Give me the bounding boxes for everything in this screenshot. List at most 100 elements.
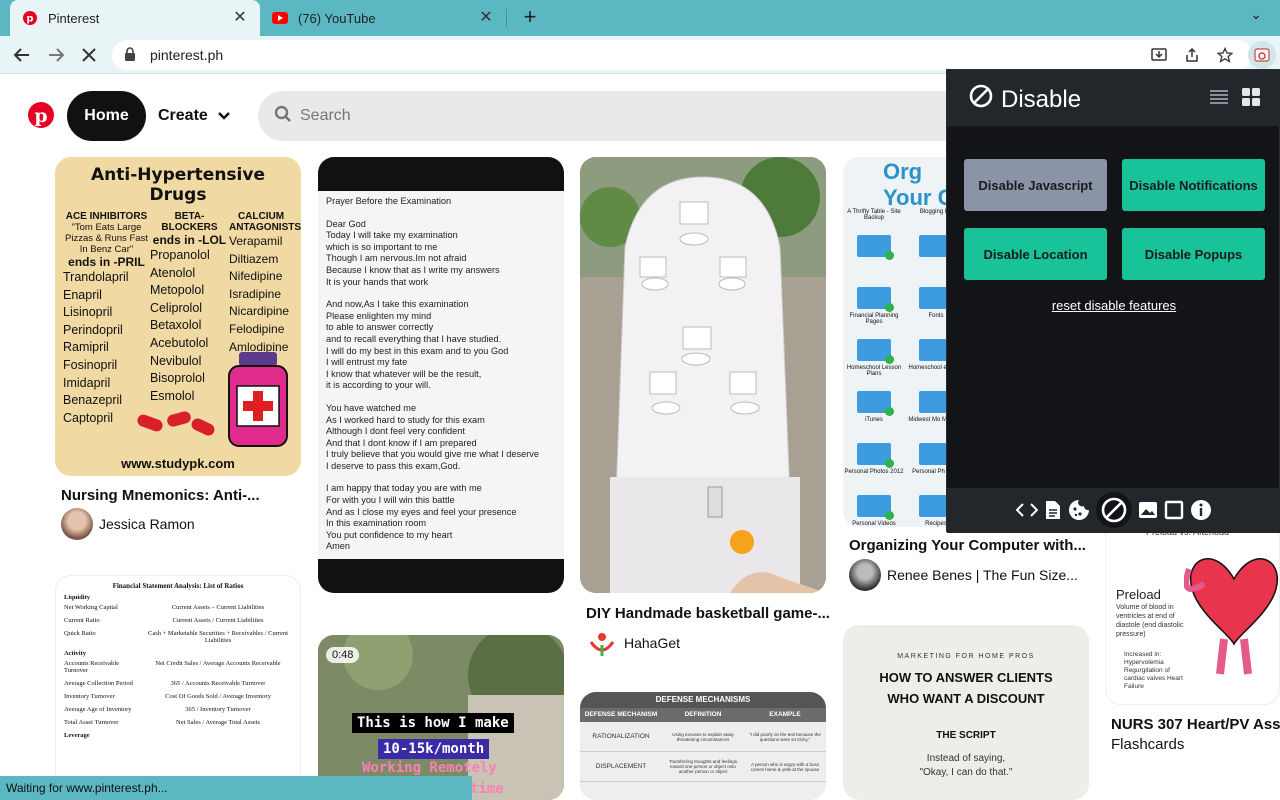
search-placeholder: Search	[300, 107, 351, 124]
tab-title: Pinterest	[48, 10, 100, 26]
ratio-formula: 365 / Accounts Receivable Turnover	[170, 680, 266, 687]
tab-search-chevron-icon[interactable]: ⌄	[1250, 6, 1262, 23]
pin-antihypertensive-drugs[interactable]: Anti-Hypertensive Drugs ACE INHIBITORS "…	[55, 157, 301, 476]
defense-cell: A person who is angry with a boss comes …	[750, 761, 820, 772]
popup-title-text: Disable	[1001, 85, 1082, 113]
col-head: BETA-BLOCKERS	[161, 211, 218, 233]
ratio-name: Total Asset Turnover	[64, 719, 119, 726]
pin-author[interactable]: Renee Benes | The Fun Size...	[849, 559, 1078, 591]
pin-title[interactable]: Organizing Your Computer with...	[849, 537, 1086, 554]
info-icon[interactable]	[1190, 499, 1212, 521]
drug-name: Acebutolol	[149, 335, 209, 350]
increased-text: Increased in: Hypervolemia Regurgitation…	[1124, 651, 1183, 690]
body-line2: "Okay, I can do that."	[919, 767, 1013, 778]
pin-defense-mechanisms[interactable]: DEFENSE MECHANISMS DEFENSE MECHANISM DEFI…	[580, 692, 826, 800]
medicine-bottle-icon	[225, 352, 291, 448]
cookie-icon[interactable]	[1068, 499, 1090, 521]
mnemonic: "Tom Eats Large Pizzas & Runs Fast In Be…	[65, 222, 148, 255]
share-icon[interactable]	[1180, 43, 1204, 67]
svg-text:p: p	[26, 14, 33, 25]
search-input[interactable]: Search	[258, 91, 978, 141]
disable-extension-popup: Disable Disable Javascript Disable Notif…	[946, 69, 1280, 533]
headline-line2: WHO WANT A DISCOUNT	[887, 691, 1045, 706]
forward-arrow-icon[interactable]	[44, 43, 68, 67]
disable-active-icon[interactable]	[1096, 492, 1132, 528]
folder-icon	[857, 495, 894, 520]
install-app-icon[interactable]	[1147, 43, 1171, 67]
video-duration: 0:48	[326, 647, 360, 663]
pin-title-line2[interactable]: Flashcards	[1111, 736, 1184, 753]
new-tab-icon[interactable]: +	[518, 6, 542, 30]
disable-javascript-button[interactable]: Disable Javascript	[964, 159, 1107, 211]
image-icon[interactable]	[1138, 501, 1158, 519]
ratio-row: Net Working Capital Current Assets – Curr…	[64, 604, 292, 611]
defense-row: DISPLACEMENT Transferring thoughts and fe…	[580, 752, 826, 782]
check-icon	[885, 459, 894, 468]
pinterest-logo-icon[interactable]: p	[28, 102, 54, 128]
create-menu-button[interactable]: Create	[158, 91, 230, 141]
footer-icon-bar	[1013, 492, 1215, 528]
prayer-text: Prayer Before the Examination Dear God To…	[318, 191, 564, 559]
drug-name: Perindopril	[63, 322, 123, 337]
headline-line1: HOW TO ANSWER CLIENTS	[879, 670, 1053, 685]
disable-extension-icon[interactable]	[1248, 41, 1276, 69]
drug-name: Fosinopril	[63, 357, 118, 372]
tab-strip: p Pinterest ✕ (76) YouTube ✕ + ⌄	[0, 0, 1280, 36]
ratio-formula: 365 / Inventory Turnover	[185, 706, 251, 713]
ratio-section-head: Liquidity	[64, 594, 91, 601]
pin-title[interactable]: Nursing Mnemonics: Anti-...	[61, 487, 260, 504]
ratio-row: Inventory Turnover Cost Of Goods Sold / A…	[64, 693, 292, 700]
ratio-formula: Cost Of Goods Sold / Average Inventory	[165, 693, 271, 700]
pin-author[interactable]: HahaGet	[586, 627, 680, 659]
disable-notifications-button[interactable]: Disable Notifications	[1122, 159, 1265, 211]
ratio-section-head: Activity	[64, 650, 87, 657]
pin-heart-preload[interactable]: Preload vs. Afterload Preload Volume of …	[1105, 520, 1280, 705]
check-icon	[885, 251, 894, 260]
tab-close-icon[interactable]: ✕	[478, 10, 494, 26]
folder-label: Homeschool Lesson Plans	[846, 365, 902, 377]
ratio-row: Total Asset Turnover Net Sales / Average …	[64, 719, 292, 726]
pin-title[interactable]: DIY Handmade basketball game-...	[586, 605, 830, 622]
pin-marketing-home-pros[interactable]: MARKETING FOR HOME PROS HOW TO ANSWER CL…	[843, 625, 1089, 800]
folder-label: iTunes	[865, 417, 883, 423]
drug-col-ace: ACE INHIBITORS "Tom Eats Large Pizzas & …	[63, 211, 150, 427]
col-suffix: ends in -LOL	[152, 233, 227, 247]
youtube-favicon-icon	[272, 10, 288, 26]
video-caption-3: Working Remotely	[362, 760, 497, 776]
folder-icon	[857, 235, 894, 260]
basketball-photo	[580, 157, 826, 593]
video-caption-1: This is how I make	[352, 713, 514, 733]
pin-financial-ratios[interactable]: Financial Statement Analysis: List of Ra…	[55, 575, 301, 800]
drug-name: Diltiazem	[229, 251, 279, 266]
pin-prayer-examination[interactable]: Prayer Before the Examination Dear God To…	[318, 157, 564, 593]
bookmark-star-icon[interactable]	[1213, 43, 1237, 67]
author-name: Renee Benes | The Fun Size...	[887, 567, 1078, 583]
col-head: ACE INHIBITORS	[65, 211, 148, 222]
grid-view-icon[interactable]	[1241, 87, 1261, 112]
list-view-icon[interactable]	[1209, 87, 1229, 112]
tab-close-icon[interactable]: ✕	[232, 10, 248, 26]
document-icon[interactable]	[1044, 500, 1062, 520]
ratio-formula: Net Sales / Average Total Assets	[176, 719, 260, 726]
prayer-paragraph: Prayer Before the Examination	[326, 196, 452, 206]
back-arrow-icon[interactable]	[10, 43, 34, 67]
drug-col-beta: BETA-BLOCKERS ends in -LOL Propanolol Ate…	[150, 211, 229, 427]
drug-name: Ramipril	[63, 340, 109, 355]
address-bar[interactable]: pinterest.ph	[112, 40, 1252, 70]
home-button[interactable]: Home	[67, 91, 146, 141]
popup-title: Disable	[969, 84, 1081, 115]
tab-pinterest[interactable]: p Pinterest ✕	[10, 0, 260, 36]
pin-title[interactable]: NURS 307 Heart/PV Asses	[1111, 716, 1280, 733]
stop-loading-icon[interactable]	[77, 43, 101, 67]
drug-name: Metopolol	[149, 283, 205, 298]
disable-popups-button[interactable]: Disable Popups	[1122, 228, 1265, 280]
disable-location-button[interactable]: Disable Location	[964, 228, 1107, 280]
square-icon[interactable]	[1164, 500, 1184, 520]
defense-cell: Transferring thoughts and feelings towar…	[668, 759, 738, 774]
tab-youtube[interactable]: (76) YouTube ✕	[260, 0, 506, 36]
pin-basketball-game[interactable]	[580, 157, 826, 593]
pin-author[interactable]: Jessica Ramon	[61, 508, 195, 540]
code-icon[interactable]	[1016, 502, 1038, 518]
drug-name: Atenolol	[149, 265, 196, 280]
reset-features-link[interactable]: reset disable features	[947, 298, 1280, 313]
